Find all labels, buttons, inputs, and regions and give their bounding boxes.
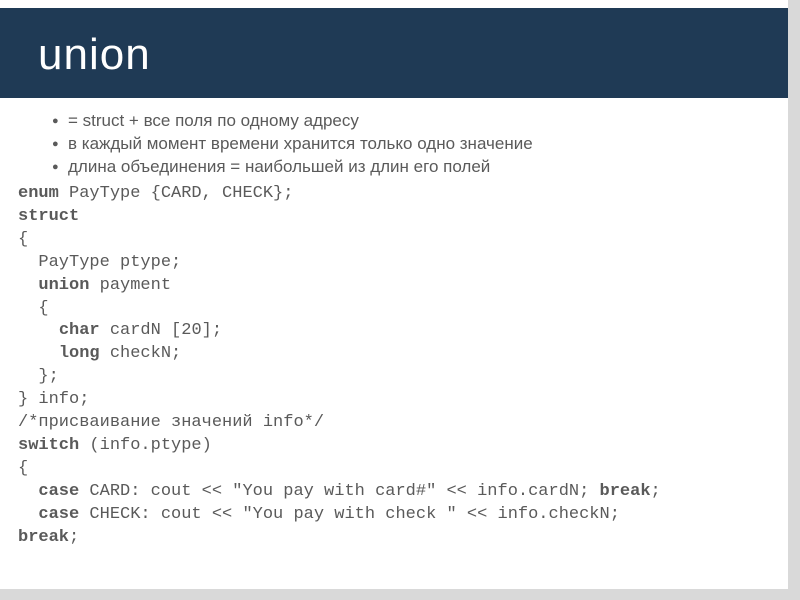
- code-text: [18, 482, 38, 501]
- keyword: union: [38, 276, 89, 295]
- code-text: PayType ptype;: [18, 253, 181, 272]
- code-text: ;: [69, 528, 79, 547]
- code-text: };: [18, 367, 59, 386]
- code-text: } info;: [18, 390, 89, 409]
- keyword: switch: [18, 436, 79, 455]
- code-text: {: [18, 230, 28, 249]
- slide-title: union: [38, 30, 788, 80]
- code-text: [18, 344, 59, 363]
- code-text: [18, 321, 59, 340]
- bullet-item: длина объединения = наибольшей из длин е…: [52, 156, 770, 179]
- code-text: {: [18, 459, 28, 478]
- bullet-item: = struct + все поля по одному адресу: [52, 110, 770, 133]
- code-text: {: [18, 299, 49, 318]
- code-text: CHECK: cout << "You pay with check " << …: [79, 505, 620, 524]
- code-text: checkN;: [100, 344, 182, 363]
- code-text: CARD: cout << "You pay with card#" << in…: [79, 482, 599, 501]
- slide: union = struct + все поля по одному адре…: [0, 0, 788, 589]
- keyword: long: [59, 344, 100, 363]
- keyword: case: [38, 505, 79, 524]
- content-area: = struct + все поля по одному адресу в к…: [0, 98, 788, 550]
- keyword: break: [600, 482, 651, 501]
- code-text: [18, 505, 38, 524]
- bullet-item: в каждый момент времени хранится только …: [52, 133, 770, 156]
- code-text: [18, 276, 38, 295]
- keyword: break: [18, 528, 69, 547]
- keyword: case: [38, 482, 79, 501]
- code-text: payment: [89, 276, 171, 295]
- keyword: char: [59, 321, 100, 340]
- keyword: enum: [18, 184, 59, 203]
- code-text: cardN [20];: [100, 321, 222, 340]
- keyword: struct: [18, 207, 79, 226]
- code-block: enum PayType {CARD, CHECK}; struct { Pay…: [18, 183, 770, 550]
- code-text: (info.ptype): [79, 436, 212, 455]
- code-text: PayType {CARD, CHECK};: [59, 184, 294, 203]
- code-text: /*присваивание значений info*/: [18, 413, 324, 432]
- code-text: ;: [651, 482, 661, 501]
- bullet-list: = struct + все поля по одному адресу в к…: [18, 110, 770, 179]
- title-band: union: [0, 8, 788, 98]
